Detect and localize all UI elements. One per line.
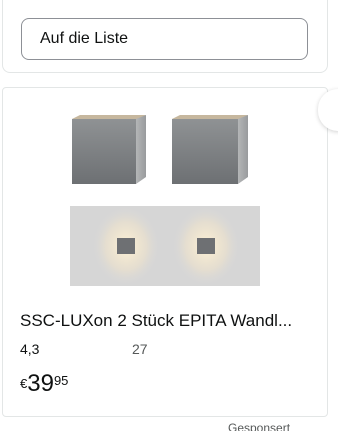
- cube-top-right: [172, 115, 248, 119]
- cube-side-left: [136, 115, 146, 184]
- lamp-left: [117, 238, 135, 254]
- add-to-list-button[interactable]: Auf die Liste: [21, 18, 308, 60]
- cube-front-left: [72, 119, 136, 184]
- price-currency: €: [20, 376, 28, 391]
- lamp-right: [197, 238, 215, 254]
- wall-lamp-image-icon: [70, 115, 260, 286]
- cube-front-right: [172, 119, 238, 184]
- sponsored-label[interactable]: Gesponsert: [228, 421, 290, 431]
- price-whole: 39: [27, 370, 54, 397]
- wall-lamp-image[interactable]: [60, 105, 270, 295]
- cube-top-left: [72, 115, 146, 119]
- review-count[interactable]: 27: [132, 341, 148, 357]
- product-title[interactable]: SSC-LUXon 2 Stück EPITA Wandl...: [20, 311, 320, 331]
- price: € 39 95: [20, 370, 68, 398]
- page: Auf die Liste SSC-LUXon 2 Stück EPITA Wa…: [0, 0, 338, 431]
- price-fraction: 95: [53, 373, 69, 388]
- cube-side-right: [238, 115, 248, 184]
- rating-value: 4,3: [20, 341, 40, 357]
